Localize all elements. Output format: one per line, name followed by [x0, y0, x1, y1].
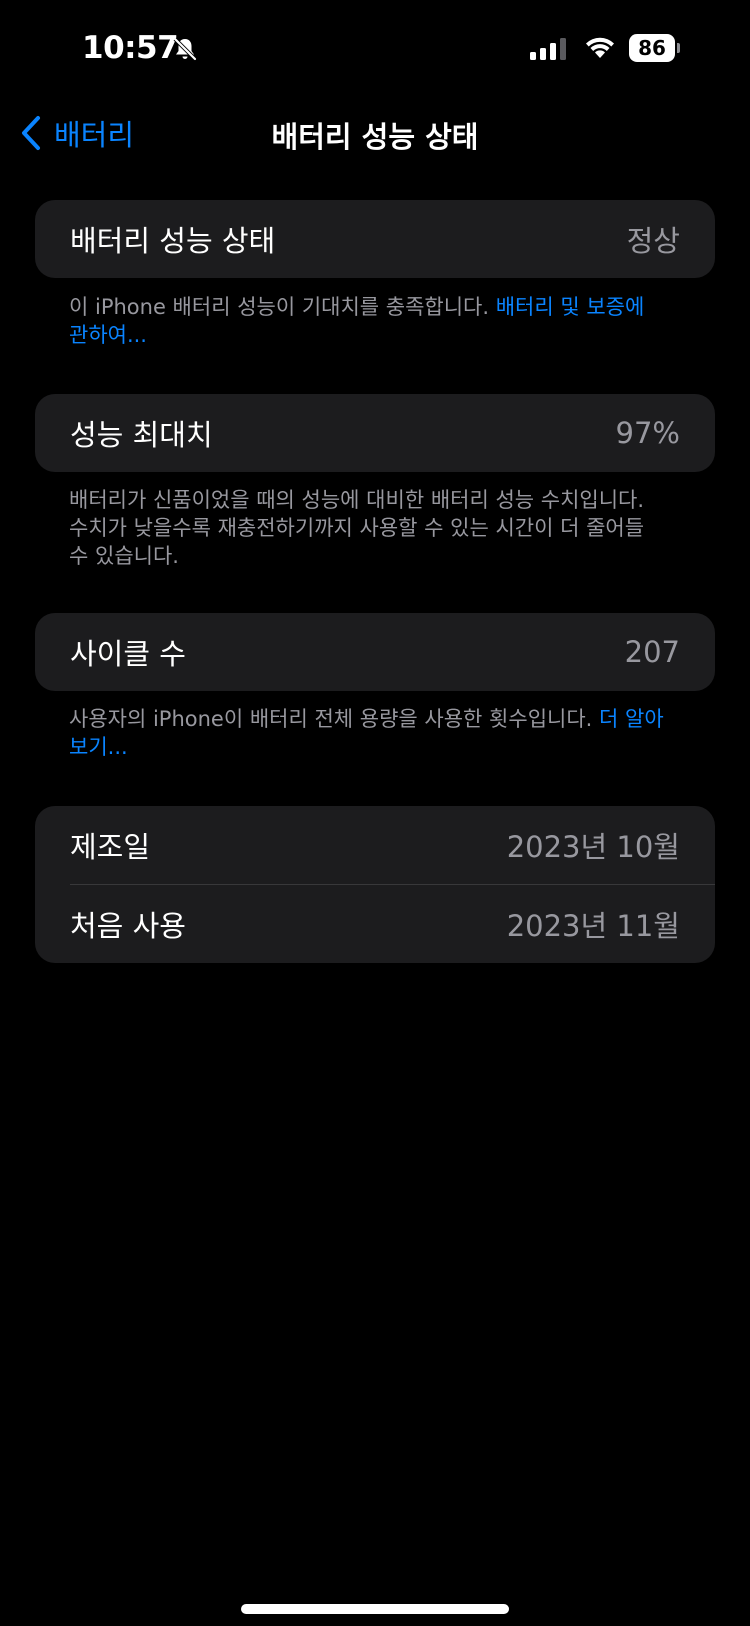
max-capacity-footnote: 배터리가 신품이었을 때의 성능에 대비한 배터리 성능 수치입니다. 수치가 … [69, 488, 645, 568]
manufacture-date-value: 2023년 10월 [506, 830, 680, 864]
first-use-value: 2023년 11월 [506, 909, 680, 943]
battery-health-footnote-text: 이 iPhone 배터리 성능이 기대치를 충족합니다. [69, 295, 496, 319]
wifi-icon [584, 34, 616, 64]
home-indicator[interactable] [241, 1604, 509, 1614]
first-use-row: 처음 사용 2023년 11월 [35, 885, 715, 963]
cycle-count-card: 사이클 수 207 [35, 613, 715, 691]
battery-health-label: 배터리 성능 상태 [70, 224, 276, 258]
battery-health-card: 배터리 성능 상태 정상 [35, 200, 715, 278]
max-capacity-card: 성능 최대치 97% [35, 394, 715, 472]
cycle-count-footnote: 사용자의 iPhone이 배터리 전체 용량을 사용한 횟수입니다. 더 알아보… [69, 705, 669, 761]
cellular-signal-icon [530, 38, 568, 64]
max-capacity-label: 성능 최대치 [70, 418, 213, 452]
first-use-label: 처음 사용 [70, 909, 186, 943]
battery-icon: 86 [629, 34, 680, 62]
max-capacity-row: 성능 최대치 97% [35, 394, 715, 472]
battery-health-row: 배터리 성능 상태 정상 [35, 200, 715, 278]
bell-slash-icon [172, 36, 198, 66]
battery-health-value: 정상 [626, 224, 680, 258]
dates-card: 제조일 2023년 10월 처음 사용 2023년 11월 [35, 806, 715, 963]
navigation-bar: 배터리 배터리 성능 상태 [0, 100, 750, 164]
page-title: 배터리 성능 상태 [271, 120, 479, 154]
cycle-count-footnote-text: 사용자의 iPhone이 배터리 전체 용량을 사용한 횟수입니다. [69, 707, 600, 731]
cycle-count-row: 사이클 수 207 [35, 613, 715, 691]
manufacture-date-label: 제조일 [70, 830, 151, 864]
status-bar: 10:57 86 [0, 0, 750, 100]
manufacture-date-row: 제조일 2023년 10월 [35, 806, 715, 884]
cycle-count-value: 207 [624, 635, 680, 669]
max-capacity-value: 97% [615, 416, 680, 450]
battery-level: 86 [629, 34, 675, 62]
cycle-count-label: 사이클 수 [70, 637, 186, 671]
status-time: 10:57 [82, 30, 179, 66]
battery-health-footnote: 이 iPhone 배터리 성능이 기대치를 충족합니다. 배터리 및 보증에 관… [69, 293, 669, 349]
